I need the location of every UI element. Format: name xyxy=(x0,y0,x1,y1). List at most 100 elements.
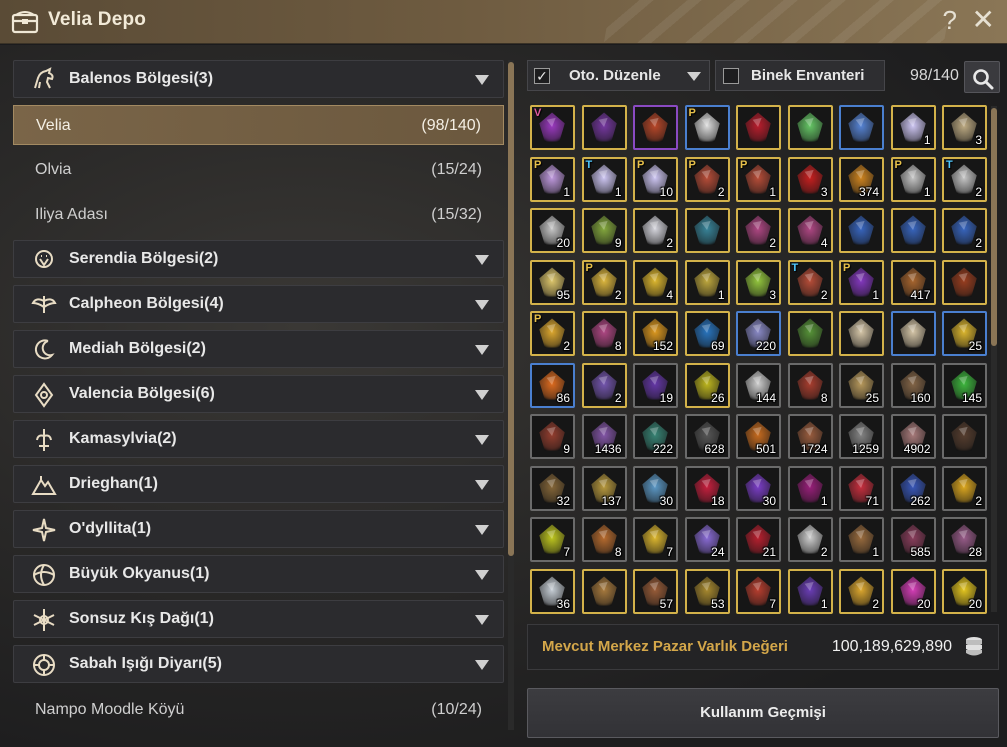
inventory-slot[interactable]: 95 xyxy=(530,259,575,305)
inventory-slot[interactable]: 8 xyxy=(581,311,627,356)
inventory-slot[interactable]: 71 xyxy=(839,465,884,511)
inventory-slot[interactable]: 32 xyxy=(530,465,575,511)
chevron-down-icon[interactable] xyxy=(475,570,489,580)
chevron-down-icon[interactable] xyxy=(475,480,489,490)
inventory-slot[interactable]: 1724 xyxy=(787,414,833,459)
inventory-slot[interactable]: 222 xyxy=(633,414,678,459)
inventory-slot[interactable]: 3 xyxy=(787,156,833,202)
inventory-slot[interactable]: 8 xyxy=(787,362,833,408)
inventory-slot[interactable]: 152 xyxy=(633,311,678,356)
inventory-slot[interactable]: 9 xyxy=(581,208,627,253)
inventory-slot[interactable]: 1 xyxy=(890,105,936,150)
inventory-slot[interactable]: 20 xyxy=(530,208,575,253)
chevron-down-icon[interactable] xyxy=(475,300,489,310)
inventory-slot[interactable] xyxy=(684,208,730,253)
inventory-slot[interactable]: 36 xyxy=(530,568,575,614)
chevron-down-icon[interactable] xyxy=(475,435,489,445)
inventory-slot[interactable]: 585 xyxy=(890,517,936,562)
inventory-slot[interactable]: 20 xyxy=(942,568,987,614)
inventory-slot[interactable] xyxy=(633,105,678,150)
region-row[interactable]: Calpheon Bölgesi(4) xyxy=(13,285,504,323)
item-grid-scroll-thumb[interactable] xyxy=(991,108,997,346)
inventory-slot[interactable]: 9 xyxy=(530,414,575,459)
inventory-slot[interactable]: 69 xyxy=(684,311,730,356)
inventory-slot[interactable]: 144 xyxy=(736,362,781,408)
inventory-slot[interactable]: 53 xyxy=(684,568,730,614)
chevron-down-icon[interactable] xyxy=(475,615,489,625)
inventory-slot[interactable] xyxy=(581,568,627,614)
close-button[interactable]: ✕ xyxy=(972,5,995,35)
inventory-slot[interactable]: T1 xyxy=(581,156,627,202)
inventory-slot[interactable]: 2 xyxy=(787,517,833,562)
inventory-slot[interactable]: 374 xyxy=(839,156,884,202)
inventory-slot[interactable]: 19 xyxy=(633,362,678,408)
inventory-slot[interactable]: 2 xyxy=(736,208,781,253)
inventory-slot[interactable]: P2 xyxy=(581,259,627,305)
region-row[interactable]: Kamasylvia(2) xyxy=(13,420,504,458)
town-row[interactable]: Olvia (15/24) xyxy=(13,150,504,190)
inventory-slot[interactable]: 20 xyxy=(890,568,936,614)
inventory-slot[interactable]: 220 xyxy=(736,311,781,356)
inventory-slot[interactable]: T2 xyxy=(942,156,987,202)
town-row[interactable]: Velia (98/140) xyxy=(13,105,504,145)
region-row[interactable]: Mediah Bölgesi(2) xyxy=(13,330,504,368)
inventory-slot[interactable]: 7 xyxy=(530,517,575,562)
inventory-slot[interactable]: 1259 xyxy=(839,414,884,459)
inventory-slot[interactable]: 86 xyxy=(530,362,575,408)
region-list-scrollbar[interactable] xyxy=(508,60,514,730)
town-row[interactable]: Nampo Moodle Köyü (10/24) xyxy=(13,690,504,730)
chevron-down-icon[interactable] xyxy=(475,75,489,85)
inventory-slot[interactable]: 7 xyxy=(736,568,781,614)
inventory-slot[interactable]: 26 xyxy=(684,362,730,408)
chevron-down-icon[interactable] xyxy=(475,525,489,535)
region-row[interactable]: Sonsuz Kış Dağı(1) xyxy=(13,600,504,638)
inventory-slot[interactable]: P 10 xyxy=(633,156,678,202)
inventory-slot[interactable]: 21 xyxy=(736,517,781,562)
region-row[interactable]: Büyük Okyanus(1) xyxy=(13,555,504,593)
auto-sort-dropdown[interactable]: ✓ Oto. Düzenle xyxy=(527,60,710,91)
inventory-slot[interactable]: 2 xyxy=(581,362,627,408)
inventory-slot[interactable]: 1 xyxy=(684,259,730,305)
item-grid-scrollbar[interactable] xyxy=(991,106,997,612)
chevron-down-icon[interactable] xyxy=(475,390,489,400)
inventory-slot[interactable] xyxy=(839,311,884,356)
inventory-slot[interactable]: P1 xyxy=(890,156,936,202)
inventory-slot[interactable]: 417 xyxy=(890,259,936,305)
inventory-slot[interactable] xyxy=(942,414,987,459)
inventory-slot[interactable] xyxy=(839,105,884,150)
chevron-down-icon[interactable] xyxy=(475,255,489,265)
inventory-slot[interactable]: 160 xyxy=(890,362,936,408)
inventory-slot[interactable]: P1 xyxy=(736,156,781,202)
inventory-slot[interactable]: 3 xyxy=(736,259,781,305)
inventory-slot[interactable]: 2 xyxy=(839,568,884,614)
inventory-slot[interactable]: 137 xyxy=(581,465,627,511)
inventory-slot[interactable]: 30 xyxy=(736,465,781,511)
inventory-slot[interactable]: 4 xyxy=(787,208,833,253)
inventory-slot[interactable] xyxy=(787,105,833,150)
inventory-slot[interactable]: 28 xyxy=(942,517,987,562)
inventory-slot[interactable]: 1 xyxy=(787,465,833,511)
inventory-slot[interactable] xyxy=(890,208,936,253)
inventory-slot[interactable]: P2 xyxy=(684,156,730,202)
inventory-slot[interactable]: 18 xyxy=(684,465,730,511)
inventory-slot[interactable] xyxy=(890,311,936,356)
inventory-slot[interactable]: P1 xyxy=(530,156,575,202)
inventory-slot[interactable]: V xyxy=(530,105,575,150)
town-row[interactable]: Iliya Adası (15/32) xyxy=(13,195,504,235)
inventory-slot[interactable]: 4 xyxy=(633,259,678,305)
inventory-slot[interactable]: 25 xyxy=(839,362,884,408)
usage-history-button[interactable]: Kullanım Geçmişi xyxy=(527,688,999,738)
inventory-slot[interactable]: 145 xyxy=(942,362,987,408)
inventory-slot[interactable]: 262 xyxy=(890,465,936,511)
inventory-slot[interactable]: 2 xyxy=(942,208,987,253)
region-row[interactable]: Sabah Işığı Diyarı(5) xyxy=(13,645,504,683)
mount-inventory-checkbox[interactable] xyxy=(723,68,739,84)
inventory-slot[interactable]: P xyxy=(684,105,730,150)
inventory-slot[interactable]: P2 xyxy=(530,311,575,356)
inventory-slot[interactable] xyxy=(581,105,627,150)
inventory-slot[interactable] xyxy=(787,311,833,356)
inventory-slot[interactable]: 25 xyxy=(942,311,987,356)
chevron-down-icon[interactable] xyxy=(475,345,489,355)
inventory-slot[interactable]: 57 xyxy=(633,568,678,614)
mount-inventory-toggle[interactable]: Binek Envanteri xyxy=(715,60,885,91)
